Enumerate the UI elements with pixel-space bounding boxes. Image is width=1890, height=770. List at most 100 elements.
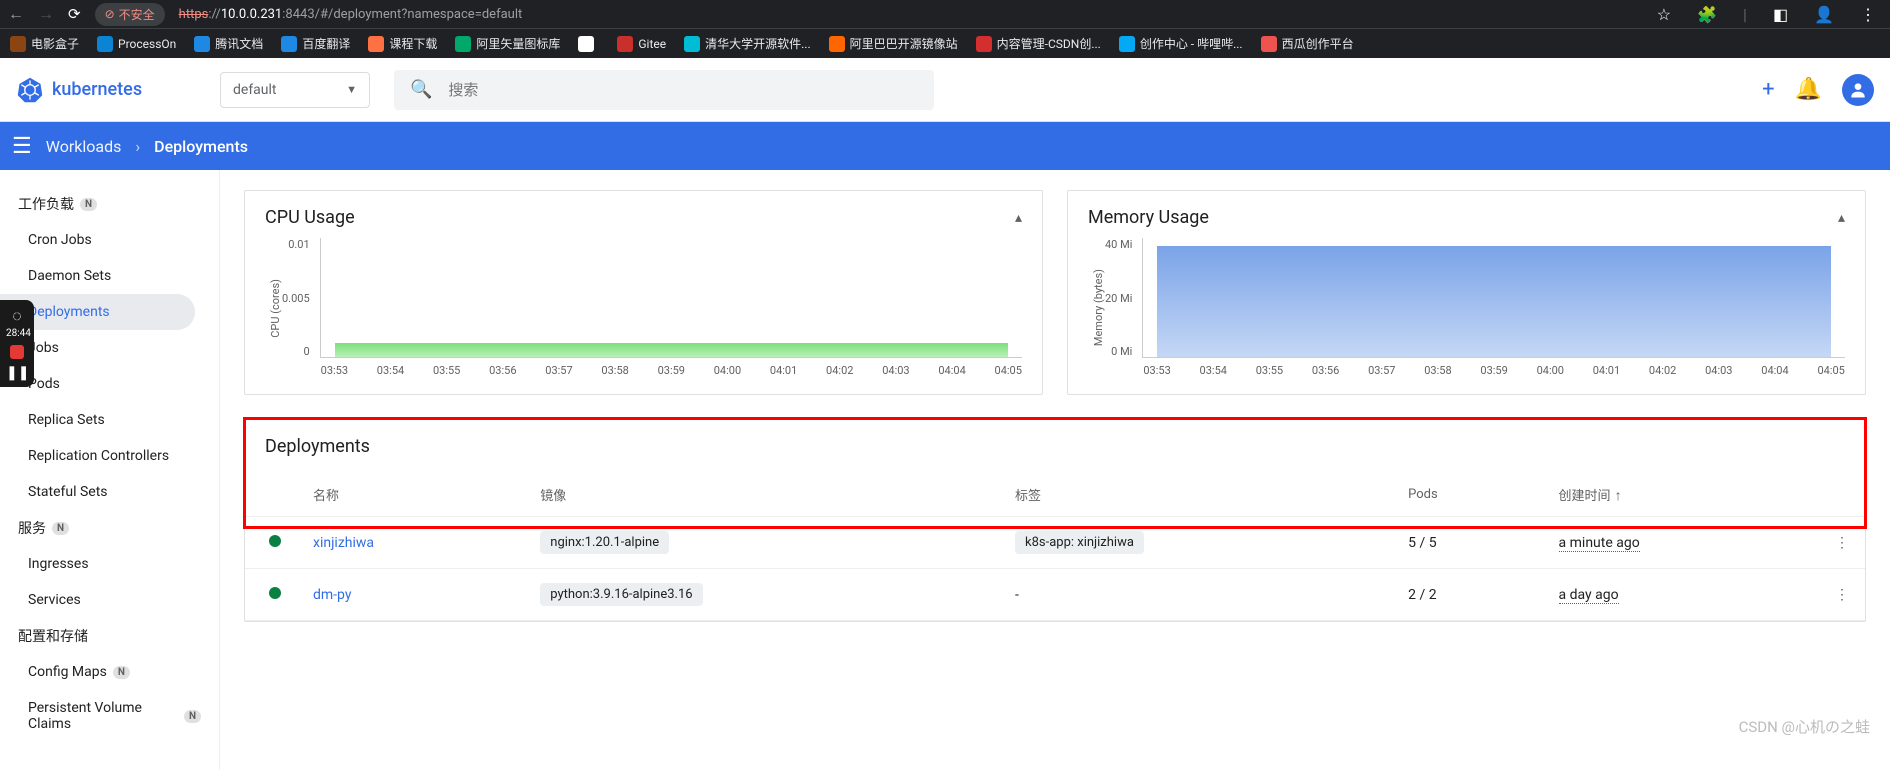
insecure-badge[interactable]: ⊘ 不安全	[95, 3, 165, 26]
created-time: a minute ago	[1559, 535, 1640, 552]
bookmark-favicon	[10, 36, 26, 52]
bookmark-item[interactable]: 内容管理-CSDN创...	[976, 35, 1101, 52]
label-chip: k8s-app: xinjizhiwa	[1015, 531, 1144, 554]
column-header[interactable]: 标签	[999, 473, 1392, 517]
content-area: CPU Usage ▴ CPU (cores) 0.010.0050 03:53…	[220, 170, 1890, 770]
bookmark-item[interactable]	[578, 36, 599, 52]
sidebar-item-services[interactable]: Services	[0, 582, 219, 618]
cpu-chart: CPU (cores) 0.010.0050 03:5303:5403:5503…	[265, 238, 1022, 378]
cpu-chart-area	[335, 343, 1008, 357]
row-menu-icon[interactable]: ⋮	[1819, 517, 1865, 569]
address-bar[interactable]: https://10.0.0.231:8443/#/deployment?nam…	[179, 7, 523, 22]
sidebar-item-replica-sets[interactable]: Replica Sets	[0, 402, 219, 438]
sidebar: 工作负载 N Cron JobsDaemon SetsDeploymentsJo…	[0, 170, 220, 770]
mem-chart: Memory (bytes) 40 Mi20 Mi0 Mi 03:5303:54…	[1088, 238, 1845, 378]
sidepanel-icon[interactable]: ◧	[1767, 5, 1794, 24]
mem-y-label: Memory (bytes)	[1088, 269, 1105, 346]
bookmark-favicon	[194, 36, 210, 52]
sidebar-item-stateful-sets[interactable]: Stateful Sets	[0, 474, 219, 510]
url-protocol: https	[179, 7, 209, 22]
bookmark-item[interactable]: 电影盒子	[10, 35, 79, 52]
column-header[interactable]: 创建时间↑	[1543, 473, 1819, 517]
bookmarks-bar: 电影盒子 ProcessOn 腾讯文档 百度翻译 课程下载 阿里矢量图标库 Gitee 清华大…	[0, 28, 1890, 58]
bookmark-favicon	[976, 36, 992, 52]
create-icon[interactable]: +	[1762, 77, 1774, 102]
forward-icon[interactable]: →	[38, 4, 54, 24]
sidebar-item-config-maps[interactable]: Config MapsN	[0, 654, 219, 690]
breadcrumb-bar: ☰ Workloads › Deployments	[0, 122, 1890, 170]
deployments-table: 名称镜像标签Pods创建时间↑ xinjizhiwanginx:1.20.1-a…	[245, 473, 1865, 621]
bookmark-favicon	[829, 36, 845, 52]
search-box[interactable]: 🔍	[394, 70, 934, 110]
bookmark-item[interactable]: 创作中心 - 哔哩哔...	[1119, 35, 1243, 52]
bookmark-item[interactable]: 百度翻译	[281, 35, 350, 52]
status-dot-icon	[269, 587, 281, 599]
deployment-name-link[interactable]: dm-py	[313, 587, 351, 603]
browser-top-bar: ← → ⟳ ⊘ 不安全 https://10.0.0.231:8443/#/de…	[0, 0, 1890, 28]
search-input[interactable]	[448, 81, 918, 99]
sidebar-item-cron-jobs[interactable]: Cron Jobs	[0, 222, 219, 258]
table-row: xinjizhiwanginx:1.20.1-alpinek8s-app: xi…	[245, 517, 1865, 569]
bookmark-favicon	[1261, 36, 1277, 52]
collapse-icon[interactable]: ▴	[1838, 210, 1845, 226]
column-header[interactable]: 镜像	[524, 473, 999, 517]
browser-menu-icon[interactable]: ⋮	[1854, 5, 1882, 24]
account-icon[interactable]	[1842, 74, 1874, 106]
bookmark-item[interactable]: ProcessOn	[97, 36, 176, 52]
bookmark-favicon	[455, 36, 471, 52]
bookmark-favicon	[281, 36, 297, 52]
menu-icon[interactable]: ☰	[12, 134, 32, 159]
extensions-icon[interactable]: 🧩	[1691, 5, 1723, 24]
back-icon[interactable]: ←	[8, 4, 24, 24]
screen-recorder-widget[interactable]: ◌ 28:44 ❚❚	[0, 300, 34, 387]
sidebar-item-persistent-volume-claims[interactable]: Persistent Volume ClaimsN	[0, 690, 219, 742]
row-menu-icon[interactable]: ⋮	[1819, 569, 1865, 621]
insecure-text: 不安全	[119, 6, 155, 23]
badge-n: N	[52, 522, 69, 535]
bookmark-item[interactable]: 西瓜创作平台	[1261, 35, 1354, 52]
mem-card-title: Memory Usage	[1088, 207, 1209, 228]
bookmark-item[interactable]: 清华大学开源软件...	[684, 35, 811, 52]
notifications-icon[interactable]: 🔔	[1795, 77, 1822, 102]
recorder-spinner-icon: ◌	[6, 306, 28, 326]
column-header[interactable]: Pods	[1392, 473, 1542, 517]
badge-n: N	[113, 666, 130, 679]
recorder-time: 28:44	[6, 328, 31, 339]
bookmark-item[interactable]: 腾讯文档	[194, 35, 263, 52]
bookmark-item[interactable]: Gitee	[617, 36, 666, 52]
profile-icon[interactable]: 👤	[1808, 5, 1840, 24]
reload-icon[interactable]: ⟳	[68, 5, 81, 23]
star-icon[interactable]: ☆	[1651, 5, 1677, 24]
logo-area[interactable]: kubernetes	[16, 76, 196, 104]
sidebar-item-replication-controllers[interactable]: Replication Controllers	[0, 438, 219, 474]
status-dot-icon	[269, 535, 281, 547]
sidebar-item-ingresses[interactable]: Ingresses	[0, 546, 219, 582]
bookmark-item[interactable]: 阿里矢量图标库	[455, 35, 560, 52]
bookmark-item[interactable]: 阿里巴巴开源镜像站	[829, 35, 958, 52]
image-chip: python:3.9.16-alpine3.16	[540, 583, 702, 606]
url-host: 10.0.0.231	[221, 7, 282, 22]
bookmark-favicon	[578, 36, 594, 52]
pause-icon[interactable]: ❚❚	[6, 365, 28, 381]
sidebar-item-daemon-sets[interactable]: Daemon Sets	[0, 258, 219, 294]
column-header[interactable]: 名称	[297, 473, 524, 517]
namespace-value: default	[233, 82, 277, 98]
warn-icon: ⊘	[105, 7, 115, 21]
sidebar-group-workloads[interactable]: 工作负载 N	[0, 186, 219, 222]
brand-text: kubernetes	[52, 79, 142, 100]
chevron-down-icon: ▼	[346, 83, 357, 96]
bookmark-favicon	[368, 36, 384, 52]
badge-n: N	[80, 198, 97, 211]
stop-record-icon[interactable]	[10, 345, 24, 359]
sidebar-group-services[interactable]: 服务 N	[0, 510, 219, 546]
sort-asc-icon: ↑	[1615, 488, 1622, 504]
sidebar-group-config[interactable]: 配置和存储	[0, 618, 219, 654]
search-icon: 🔍	[410, 79, 432, 100]
namespace-select[interactable]: default ▼	[220, 72, 370, 108]
collapse-icon[interactable]: ▴	[1015, 210, 1022, 226]
breadcrumb-workloads[interactable]: Workloads	[46, 137, 122, 156]
bookmark-favicon	[97, 36, 113, 52]
pods-count: 5 / 5	[1392, 517, 1542, 569]
deployment-name-link[interactable]: xinjizhiwa	[313, 535, 374, 551]
bookmark-item[interactable]: 课程下载	[368, 35, 437, 52]
